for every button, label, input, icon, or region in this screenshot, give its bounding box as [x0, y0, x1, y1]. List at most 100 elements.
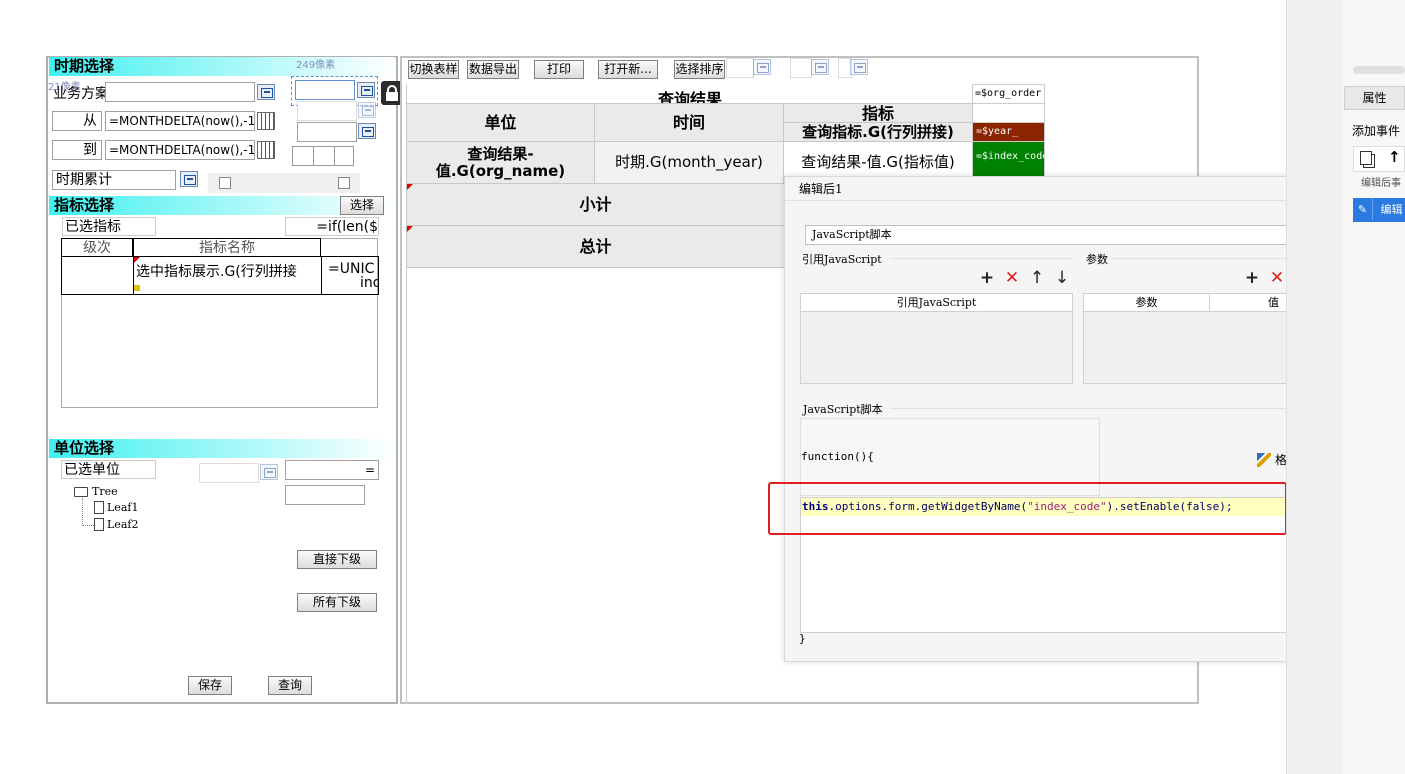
total-marker [407, 226, 413, 232]
add-param-icon[interactable]: + [1244, 269, 1260, 287]
function-close: } [799, 632, 806, 645]
param-col-header: 参数 [1084, 294, 1210, 312]
query-button[interactable]: 查询 [268, 676, 312, 695]
ref-js-section-divider [890, 258, 1073, 259]
select-button[interactable]: 选择 [340, 196, 384, 215]
ghost-dropdown-icon-2[interactable] [358, 123, 376, 139]
row-unic-text-2: ind [360, 275, 378, 291]
file-icon [94, 518, 104, 531]
org-order-cell-below [972, 103, 1045, 123]
copy-icon[interactable] [1360, 151, 1372, 165]
to-calendar-icon[interactable] [257, 141, 275, 159]
tree-connector [82, 498, 94, 526]
direct-sub-button[interactable]: 直接下级 [297, 550, 377, 569]
tree-root-label: Tree [92, 485, 118, 498]
scroll-track[interactable] [1353, 66, 1405, 74]
col-level-header: 级次 [61, 238, 133, 257]
tree-root[interactable]: Tree [74, 485, 118, 498]
subtotal-row: 小计 [406, 183, 785, 226]
period-accum-field[interactable]: 时期累计 [52, 170, 176, 190]
broom-icon [1257, 452, 1271, 467]
indicator-column-header: 指标 [783, 103, 973, 123]
open-new-button[interactable]: 打开新... [598, 60, 658, 79]
selected-unit-label: 已选单位 [61, 460, 156, 479]
from-formula-field[interactable]: =MONTHDELTA(now(),-1) [105, 111, 255, 131]
export-button[interactable]: 数据导出 [467, 60, 519, 79]
script-section-divider [890, 408, 1340, 409]
time-column-header: 时间 [594, 103, 784, 142]
unit-dropdown-icon[interactable] [260, 464, 278, 480]
add-icon[interactable]: + [979, 269, 995, 287]
edit-label: 编辑 [1380, 203, 1403, 216]
row-unic-cell: =UNIC ind [321, 256, 379, 295]
script-type-value: JavaScript脚本 [812, 228, 892, 241]
business-combo[interactable] [105, 82, 255, 102]
toolbar-dropdown-icon-3[interactable] [850, 59, 868, 75]
org-order-cell: =$org_order [972, 84, 1045, 104]
dialog-title: 编辑后1 [799, 182, 843, 196]
period-header: 时期选择 [49, 57, 395, 76]
tree-leaf-2[interactable]: Leaf2 [94, 518, 138, 531]
row-level-cell [61, 256, 134, 295]
folder-icon [74, 486, 88, 497]
event-item[interactable]: 编辑后事 [1353, 174, 1405, 196]
toolbar-combo-2[interactable] [790, 58, 812, 78]
move-up-icon[interactable]: ↑ [1029, 269, 1045, 287]
cell-corner-marker [134, 285, 140, 291]
unit-blank-field[interactable] [285, 485, 365, 505]
select-sort-button[interactable]: 选择排序 [674, 60, 725, 79]
tree-leaf-2-label: Leaf2 [107, 518, 139, 531]
to-formula-field[interactable]: =MONTHDELTA(now(),-1) [105, 140, 255, 160]
selected-indicator-formula[interactable]: =if(len($ [285, 217, 379, 236]
ref-js-section-label: 引用JavaScript [802, 253, 882, 266]
properties-tab[interactable]: 属性 [1344, 86, 1405, 110]
tree-leaf-1[interactable]: Leaf1 [94, 501, 138, 514]
ghost-dropdown-icon-1[interactable] [358, 102, 376, 118]
unit-combo-ghost[interactable] [199, 463, 259, 483]
delete-icon[interactable]: ✕ [1004, 269, 1020, 287]
function-open: function(){ [801, 450, 874, 463]
business-dropdown-icon[interactable] [257, 84, 275, 100]
unit-formula-field[interactable]: = [285, 460, 379, 480]
checkbox-2[interactable] [338, 177, 350, 189]
toolbar-dropdown-icon-2[interactable] [811, 59, 829, 75]
tree-leaf-1-label: Leaf1 [107, 501, 139, 514]
print-button[interactable]: 打印 [534, 60, 584, 79]
col-name-header: 指标名称 [133, 238, 321, 257]
combo-ghost-2[interactable] [297, 122, 357, 142]
cell-marker [134, 257, 140, 263]
delete-param-icon[interactable]: ✕ [1269, 269, 1285, 287]
period-accum-dropdown-icon[interactable] [180, 171, 198, 187]
business-label: 业务方案 [53, 86, 109, 102]
ref-js-col-header: 引用JavaScript [801, 294, 1072, 312]
script-type-select[interactable]: JavaScript脚本 ⌄ [805, 225, 1334, 245]
move-down-icon[interactable]: ↓ [1054, 269, 1070, 287]
row-unic-text: =UNIC [328, 261, 375, 277]
selected-indicator-label: 已选指标 [62, 217, 156, 236]
save-button[interactable]: 保存 [188, 676, 232, 695]
selected-dropdown-icon[interactable] [357, 82, 375, 98]
selected-combo[interactable] [295, 80, 355, 100]
checkbox-1[interactable] [219, 177, 231, 189]
add-event-label: 添加事件 [1352, 124, 1401, 138]
year-cell: =$year_ [972, 122, 1045, 142]
total-row: 总计 [406, 225, 785, 268]
switch-style-button[interactable]: 切换表样 [408, 60, 459, 79]
to-label-box: 到 [52, 140, 102, 160]
ruler-label: 249像素 [296, 60, 336, 71]
file-icon [94, 501, 104, 514]
all-sub-button[interactable]: 所有下级 [297, 593, 377, 612]
script-section-label: JavaScript脚本 [803, 403, 883, 416]
month-value-cell: 时期.G(month_year) [594, 141, 784, 184]
unit-column-header: 单位 [406, 103, 595, 142]
from-calendar-icon[interactable] [257, 112, 275, 130]
toolbar-dropdown-icon-1[interactable] [753, 59, 771, 75]
toolbar-combo-1[interactable] [726, 58, 754, 78]
row-name-cell: 选中指标展示.G(行列拼接 [133, 256, 322, 295]
dialog-title-divider [785, 200, 1352, 201]
combo-ghost-1[interactable] [297, 101, 357, 121]
small-grid [292, 146, 354, 166]
event-selected-row[interactable]: ✎ 编辑 [1353, 198, 1405, 222]
pencil-icon: ✎ [1353, 198, 1373, 220]
arrow-up-icon[interactable]: ↑ [1388, 148, 1401, 166]
